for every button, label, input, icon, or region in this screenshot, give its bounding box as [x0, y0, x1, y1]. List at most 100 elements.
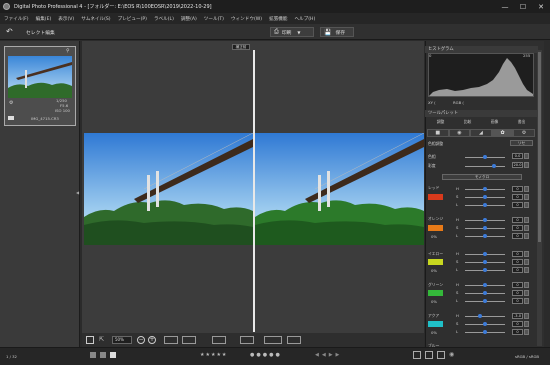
scrollbar-thumb[interactable] — [538, 52, 541, 242]
back-arrow-icon[interactable]: ↶ — [6, 27, 15, 36]
yellow-l-handle[interactable] — [483, 268, 487, 272]
menu-help[interactable]: ヘルプ(H) — [294, 16, 315, 22]
red-s-spinner[interactable] — [524, 194, 529, 200]
red-l-handle[interactable] — [483, 203, 487, 207]
green-s-spinner[interactable] — [524, 290, 529, 296]
red-l-value[interactable]: 0 — [512, 202, 523, 208]
select-edit-label[interactable]: セレクト編集 — [26, 29, 55, 36]
menu-file[interactable]: ファイル(F) — [4, 16, 29, 22]
yellow-h-value[interactable]: 0 — [512, 251, 523, 257]
green-l-spinner[interactable] — [524, 298, 529, 304]
red-s-handle[interactable] — [483, 195, 487, 199]
zoom-select[interactable]: 50% — [112, 336, 132, 344]
aqua-l-value[interactable]: 0 — [512, 329, 523, 335]
red-h-handle[interactable] — [483, 187, 487, 191]
green-l-handle[interactable] — [483, 299, 487, 303]
tab-settings-icon[interactable]: ⚙ — [513, 129, 535, 137]
orange-s-spinner[interactable] — [524, 225, 529, 231]
thumb-view-icon[interactable] — [90, 352, 96, 358]
multi-view-icon[interactable] — [437, 351, 445, 359]
hue-value[interactable]: 0.0 — [512, 153, 523, 159]
reset-button[interactable]: リセ — [510, 140, 533, 146]
collapse-handle[interactable]: ◀ — [76, 190, 80, 196]
compare-tool-button[interactable]: 比較 — [464, 119, 472, 127]
fit-icon[interactable] — [86, 336, 94, 344]
zoom-in-icon[interactable]: + — [148, 336, 156, 344]
red-h-spinner[interactable] — [524, 186, 529, 192]
saturation-value[interactable]: 20.0 — [512, 162, 523, 168]
tool-palette-header[interactable]: ツールパレット — [425, 110, 538, 117]
info-panel-icon[interactable] — [287, 336, 301, 344]
hue-slider-handle[interactable] — [483, 155, 487, 159]
aqua-h-slider[interactable] — [465, 316, 505, 318]
menu-edit[interactable]: 編集(E) — [36, 16, 52, 22]
histogram-header[interactable]: ヒストグラム — [425, 46, 538, 53]
list-view-icon[interactable] — [100, 352, 106, 358]
red-s-value[interactable]: 0 — [512, 194, 523, 200]
menu-label[interactable]: ラベル(L) — [154, 16, 174, 22]
red-l-spinner[interactable] — [524, 202, 529, 208]
panel-scrollbar[interactable] — [537, 50, 542, 346]
zoom-icon[interactable]: ⚲ — [66, 48, 72, 54]
tab-color-icon[interactable]: ✿ — [491, 129, 514, 137]
green-h-spinner[interactable] — [524, 282, 529, 288]
color-picker-icon[interactable] — [264, 336, 282, 344]
camera-icon[interactable]: ◉ — [449, 351, 457, 359]
tab-lens-icon[interactable]: ◉ — [448, 129, 471, 137]
menu-extensions[interactable]: 拡張機能 — [269, 16, 287, 22]
orange-l-value[interactable]: 0 — [512, 233, 523, 239]
close-button[interactable]: ✕ — [532, 0, 550, 13]
menu-preview[interactable]: プレビュー(P) — [118, 16, 147, 22]
adjust-tool-button[interactable]: 調整 — [437, 119, 445, 127]
maximize-button[interactable]: ☐ — [514, 0, 532, 13]
hue-spinner[interactable] — [524, 153, 529, 159]
minimize-button[interactable]: — — [496, 0, 514, 13]
highlight-warning-icon[interactable] — [240, 336, 254, 344]
actual-size-icon[interactable]: ⇱ — [99, 336, 107, 344]
yellow-l-spinner[interactable] — [524, 267, 529, 273]
green-s-handle[interactable] — [483, 291, 487, 295]
save-button[interactable]: 💾 保存 — [320, 27, 354, 37]
layout-select-icon[interactable] — [164, 336, 178, 344]
aqua-s-spinner[interactable] — [524, 321, 529, 327]
green-h-handle[interactable] — [483, 283, 487, 287]
yellow-h-handle[interactable] — [483, 252, 487, 256]
orange-h-handle[interactable] — [483, 218, 487, 222]
aqua-s-value[interactable]: 0 — [512, 321, 523, 327]
navigation-arrows[interactable]: ◀◀▶▶ — [315, 352, 365, 358]
label-dots[interactable]: ●●●●● — [250, 352, 310, 358]
orange-s-handle[interactable] — [483, 226, 487, 230]
red-h-value[interactable]: 0 — [512, 186, 523, 192]
tab-crop-icon[interactable]: ◢ — [470, 129, 492, 137]
green-l-value[interactable]: 0 — [512, 298, 523, 304]
menu-view[interactable]: 表示(V) — [58, 16, 74, 22]
yellow-s-spinner[interactable] — [524, 259, 529, 265]
menu-adjust[interactable]: 調整(A) — [181, 16, 197, 22]
orange-l-handle[interactable] — [483, 234, 487, 238]
image-tool-button[interactable]: 画像 — [491, 119, 499, 127]
aqua-h-handle[interactable] — [478, 314, 482, 318]
saturation-slider[interactable] — [465, 166, 505, 168]
aqua-s-handle[interactable] — [483, 322, 487, 326]
green-h-value[interactable]: 0 — [512, 282, 523, 288]
rating-stars[interactable]: ★★★★★ — [200, 352, 245, 358]
orange-h-value[interactable]: 0 — [512, 217, 523, 223]
menu-tools[interactable]: ツール(T) — [204, 16, 224, 22]
before-tab[interactable]: 補正前 — [232, 44, 250, 50]
tab-basic-icon[interactable]: ■ — [427, 129, 449, 137]
orange-s-value[interactable]: 0 — [512, 225, 523, 231]
yellow-s-value[interactable]: 0 — [512, 259, 523, 265]
yellow-h-spinner[interactable] — [524, 251, 529, 257]
yellow-l-value[interactable]: 0 — [512, 267, 523, 273]
aqua-h-value[interactable]: -3.0 — [512, 313, 523, 319]
aqua-h-spinner[interactable] — [524, 313, 529, 319]
orange-l-spinner[interactable] — [524, 233, 529, 239]
preview-view-icon[interactable] — [110, 352, 116, 358]
green-s-value[interactable]: 0 — [512, 290, 523, 296]
orange-h-spinner[interactable] — [524, 217, 529, 223]
yellow-s-handle[interactable] — [483, 260, 487, 264]
menu-thumbnail[interactable]: サムネイル(S) — [81, 16, 110, 22]
saturation-slider-handle[interactable] — [492, 164, 496, 168]
saturation-spinner[interactable] — [524, 162, 529, 168]
aqua-l-handle[interactable] — [483, 330, 487, 334]
